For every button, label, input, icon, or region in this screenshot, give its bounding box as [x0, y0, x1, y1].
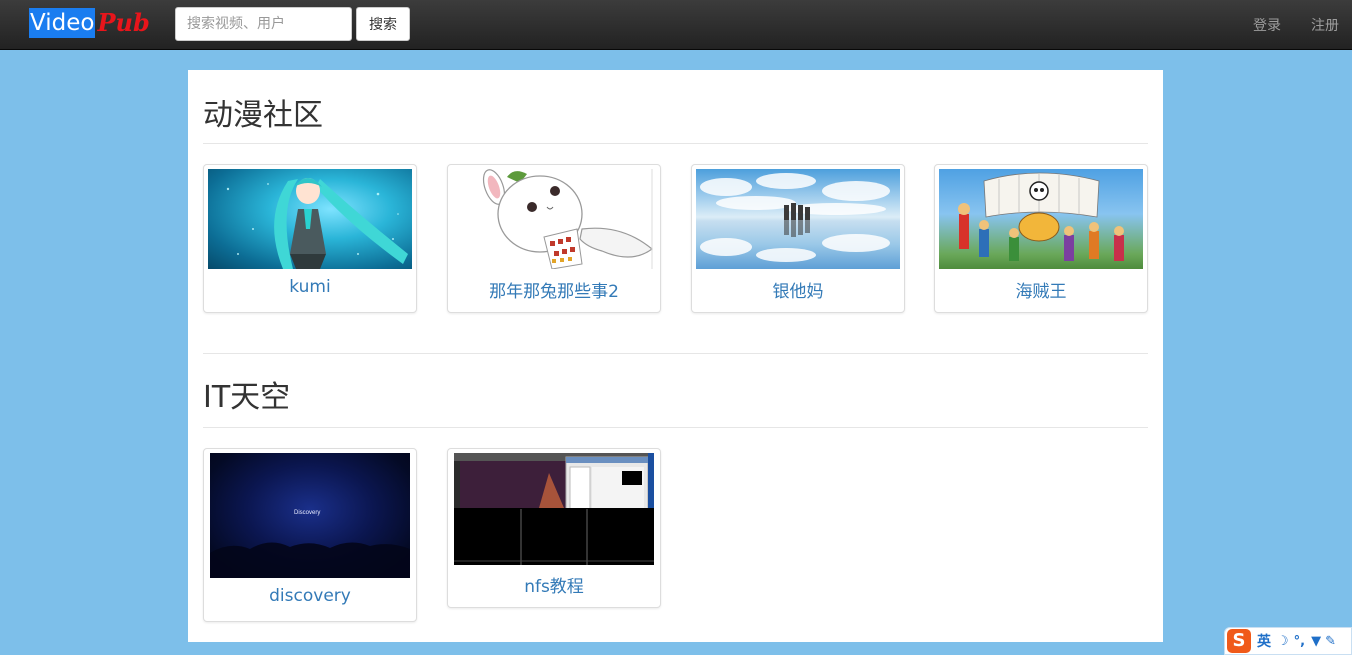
search-input[interactable]: [175, 7, 352, 41]
video-title-discovery[interactable]: discovery: [204, 586, 416, 606]
shirt-icon[interactable]: ▼: [1311, 634, 1321, 649]
wrench-icon[interactable]: ✎: [1325, 634, 1336, 649]
thumbnail-discovery[interactable]: Discovery: [210, 453, 410, 578]
search-button[interactable]: 搜索: [356, 7, 410, 41]
video-title-kumi[interactable]: kumi: [204, 277, 416, 297]
video-card-discovery[interactable]: Discovery discovery: [203, 448, 417, 622]
brand-pub-text: Pub: [97, 8, 150, 37]
ime-toolbar[interactable]: S 英 ☽ °, ▼ ✎: [1224, 627, 1352, 655]
sogou-logo-icon[interactable]: S: [1227, 629, 1251, 653]
video-title-rabbit[interactable]: 那年那兔那些事2: [448, 277, 660, 302]
divider: [203, 353, 1148, 354]
divider: [203, 427, 1148, 428]
register-link[interactable]: 注册: [1311, 15, 1339, 35]
thumbnail-onepiece[interactable]: [939, 169, 1143, 269]
moon-icon[interactable]: ☽: [1277, 634, 1289, 649]
video-card-kumi[interactable]: kumi: [203, 164, 417, 313]
video-title-onepiece[interactable]: 海贼王: [935, 277, 1147, 302]
section-title-it: IT天空: [203, 380, 291, 415]
video-card-rabbit[interactable]: 那年那兔那些事2: [447, 164, 661, 313]
discovery-logo-text: Discovery: [294, 510, 321, 516]
login-link[interactable]: 登录: [1253, 15, 1281, 35]
video-card-nfs[interactable]: nfs教程: [447, 448, 661, 608]
punctuation-icon[interactable]: °,: [1294, 634, 1305, 649]
video-card-gintama[interactable]: 银他妈: [691, 164, 905, 313]
navbar: Video Pub 搜索 登录 注册: [0, 0, 1352, 50]
thumbnail-rabbit[interactable]: [452, 169, 656, 269]
thumbnail-gintama[interactable]: [696, 169, 900, 269]
divider: [203, 143, 1148, 144]
brand-video-text: Video: [29, 8, 96, 38]
ime-mode-label[interactable]: 英: [1257, 631, 1275, 651]
video-card-onepiece[interactable]: 海贼王: [934, 164, 1148, 313]
thumbnail-nfs[interactable]: [454, 453, 654, 565]
section-title-anime: 动漫社区: [203, 98, 323, 133]
brand-logo[interactable]: Video Pub: [29, 8, 150, 38]
video-title-gintama[interactable]: 银他妈: [692, 277, 904, 302]
video-title-nfs[interactable]: nfs教程: [448, 572, 660, 597]
thumbnail-kumi[interactable]: [208, 169, 412, 269]
main-container: 动漫社区 kumi 那年那兔那些事2 银他妈 海贼王 IT天空 Discover…: [188, 70, 1163, 642]
